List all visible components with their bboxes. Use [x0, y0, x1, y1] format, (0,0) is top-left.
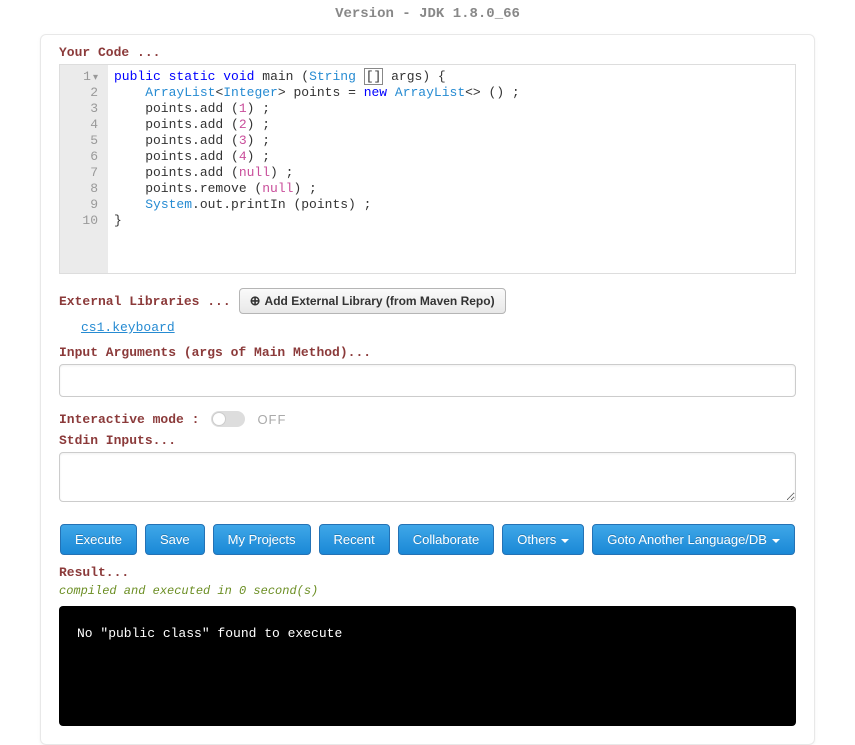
interactive-mode-toggle[interactable]: [211, 411, 245, 427]
code-gutter: 1▾2345678910: [60, 65, 108, 273]
recent-button[interactable]: Recent: [319, 524, 390, 555]
code-line[interactable]: }: [114, 213, 789, 229]
code-line[interactable]: points.add (2) ;: [114, 117, 789, 133]
result-terminal: No "public class" found to execute: [59, 606, 796, 726]
interactive-mode-label: Interactive mode :: [59, 412, 199, 427]
save-button[interactable]: Save: [145, 524, 205, 555]
code-content[interactable]: public static void main (String [] args)…: [108, 65, 795, 273]
code-editor[interactable]: 1▾2345678910 public static void main (St…: [59, 64, 796, 274]
others-dropdown[interactable]: Others: [502, 524, 584, 555]
chevron-down-icon: [561, 539, 569, 543]
main-container: Your Code ... 1▾2345678910 public static…: [40, 34, 815, 745]
line-number: 9: [64, 197, 98, 213]
code-line[interactable]: points.add (3) ;: [114, 133, 789, 149]
version-header: Version - JDK 1.8.0_66: [40, 0, 815, 34]
add-external-library-button[interactable]: ⊕ Add External Library (from Maven Repo): [239, 288, 506, 314]
plus-icon: ⊕: [250, 293, 261, 309]
line-number: 5: [64, 133, 98, 149]
action-button-row: Execute Save My Projects Recent Collabor…: [59, 524, 796, 555]
toggle-knob: [212, 412, 226, 426]
line-number: 2: [64, 85, 98, 101]
code-line[interactable]: points.add (null) ;: [114, 165, 789, 181]
result-label: Result...: [59, 565, 796, 580]
line-number: 1▾: [64, 69, 98, 85]
code-line[interactable]: points.add (1) ;: [114, 101, 789, 117]
chevron-down-icon: [772, 539, 780, 543]
code-line[interactable]: points.add (4) ;: [114, 149, 789, 165]
execute-button[interactable]: Execute: [60, 524, 137, 555]
line-number: 4: [64, 117, 98, 133]
external-libs-label: External Libraries ...: [59, 294, 231, 309]
goto-language-dropdown[interactable]: Goto Another Language/DB: [592, 524, 795, 555]
line-number: 7: [64, 165, 98, 181]
interactive-mode-state: OFF: [257, 412, 286, 427]
input-args-field[interactable]: [59, 364, 796, 397]
line-number: 3: [64, 101, 98, 117]
code-line[interactable]: System.out.printIn (points) ;: [114, 197, 789, 213]
line-number: 6: [64, 149, 98, 165]
stdin-label: Stdin Inputs...: [59, 433, 796, 448]
code-line[interactable]: points.remove (null) ;: [114, 181, 789, 197]
input-args-label: Input Arguments (args of Main Method)...: [59, 345, 796, 360]
add-external-library-label: Add External Library (from Maven Repo): [265, 294, 495, 308]
fold-icon[interactable]: ▾: [93, 73, 98, 84]
code-line[interactable]: public static void main (String [] args)…: [114, 69, 789, 85]
result-compile-msg: compiled and executed in 0 second(s): [59, 584, 796, 598]
your-code-label: Your Code ...: [59, 45, 796, 60]
code-line[interactable]: ArrayList<Integer> points = new ArrayLis…: [114, 85, 789, 101]
library-link[interactable]: cs1.keyboard: [81, 320, 796, 335]
stdin-textarea[interactable]: [59, 452, 796, 502]
collaborate-button[interactable]: Collaborate: [398, 524, 495, 555]
line-number: 10: [64, 213, 98, 229]
my-projects-button[interactable]: My Projects: [213, 524, 311, 555]
line-number: 8: [64, 181, 98, 197]
